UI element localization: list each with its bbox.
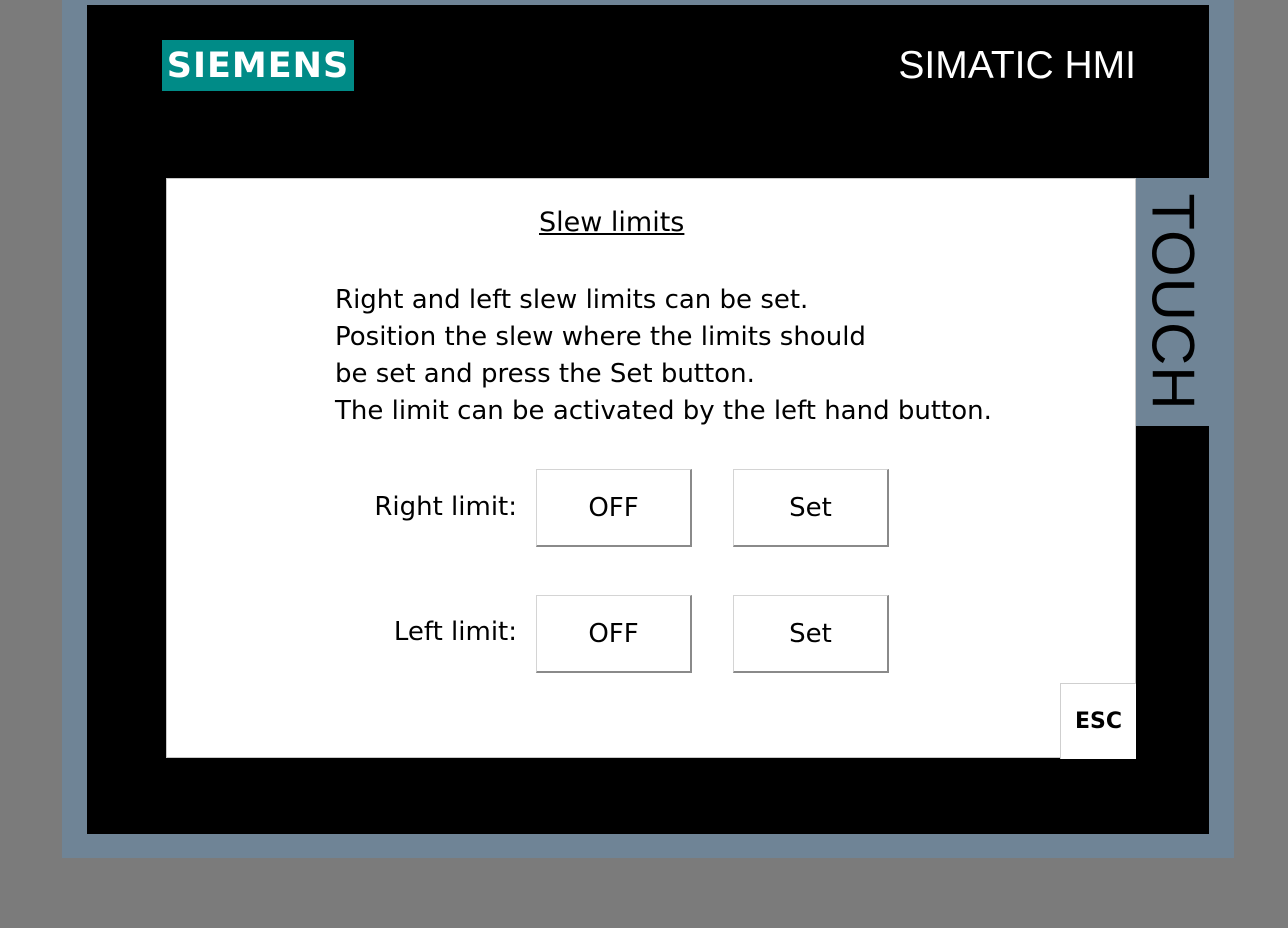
left-limit-label: Left limit: bbox=[393, 617, 517, 647]
siemens-logo: SIEMENS bbox=[162, 40, 354, 91]
description-line: be set and press the Set button. bbox=[335, 359, 755, 389]
left-limit-toggle-button[interactable]: OFF bbox=[536, 595, 692, 673]
description-line: The limit can be activated by the left h… bbox=[335, 396, 992, 426]
right-limit-set-button[interactable]: Set bbox=[733, 469, 889, 547]
esc-button[interactable]: ESC bbox=[1060, 683, 1136, 759]
right-limit-toggle-button[interactable]: OFF bbox=[536, 469, 692, 547]
description-line: Position the slew where the limits shoul… bbox=[335, 322, 866, 352]
touch-label-strip: TOUCH bbox=[1136, 178, 1209, 426]
page-title: Slew limits bbox=[539, 207, 685, 238]
product-name: SIMATIC HMI bbox=[898, 44, 1136, 87]
right-limit-label: Right limit: bbox=[374, 492, 517, 522]
hmi-screen: Slew limits Right and left slew limits c… bbox=[166, 178, 1136, 759]
left-limit-set-button[interactable]: Set bbox=[733, 595, 889, 673]
description-text: Right and left slew limits can be set. P… bbox=[335, 282, 992, 430]
touch-label: TOUCH bbox=[1139, 193, 1206, 411]
description-line: Right and left slew limits can be set. bbox=[335, 285, 809, 315]
